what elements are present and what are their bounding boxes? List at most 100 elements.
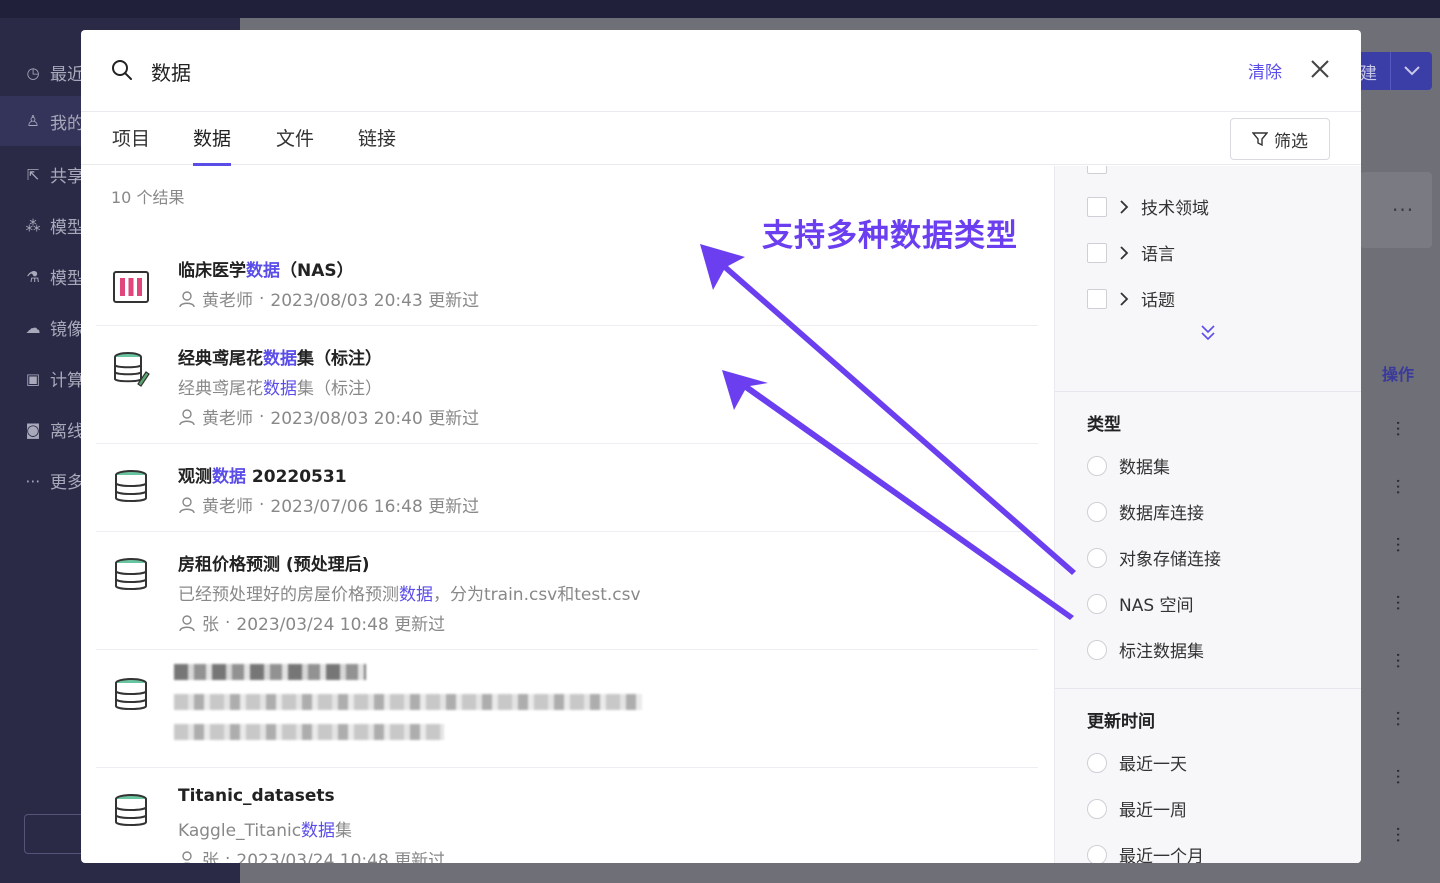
chip-icon: ◙ <box>25 420 41 439</box>
tab-data[interactable]: 数据 <box>193 124 232 166</box>
result-meta: 张 · 2023/03/24 10:48 更新过 <box>178 610 445 635</box>
user-icon <box>179 496 195 513</box>
row-menu-icon[interactable]: ··· <box>1387 768 1408 785</box>
user-icon <box>182 850 192 863</box>
tab-files[interactable]: 文件 <box>276 124 314 163</box>
sidebar-item-more[interactable]: ⋯ 更多 <box>24 468 85 494</box>
clear-button[interactable]: 清除 <box>1248 58 1282 83</box>
filter-type-nas[interactable]: NAS 空间 <box>1087 591 1194 616</box>
blurred-description <box>174 694 642 710</box>
filter-type-database[interactable]: 数据库连接 <box>1087 499 1204 524</box>
share-icon: ⇱ <box>26 165 40 184</box>
filter-time-month[interactable]: 最近一个月 <box>1087 842 1204 863</box>
checkbox[interactable] <box>1087 242 1107 263</box>
result-count: 10 个结果 <box>111 188 185 207</box>
more-icon: ⋯ <box>25 471 41 490</box>
tab-links[interactable]: 链接 <box>358 124 396 163</box>
chevron-right-icon <box>1120 199 1129 214</box>
dataset-icon <box>115 794 147 826</box>
row-menu-icon[interactable]: ··· <box>1387 710 1408 727</box>
flask-icon: ⚗ <box>26 267 40 286</box>
sidebar-item-compute[interactable]: ▣ 计算 <box>24 366 84 392</box>
column-header-actions: 操作 <box>1382 365 1415 384</box>
result-meta: 黄老师 · 2023/08/03 20:43 更新过 <box>178 286 479 311</box>
result-title: 观测数据 20220531 <box>178 467 347 487</box>
row-menu-icon[interactable]: ··· <box>1387 826 1408 843</box>
radio[interactable] <box>1087 844 1107 863</box>
result-description: Kaggle_Titanic数据集 <box>178 821 353 841</box>
radio[interactable] <box>1087 501 1107 522</box>
result-description: 经典鸢尾花数据集（标注） <box>178 379 382 399</box>
dataset-icon <box>115 678 147 710</box>
row-menu-icon[interactable]: ··· <box>1387 420 1408 437</box>
list-item[interactable]: 房租价格预测 (预处理后) 已经预处理好的房屋价格预测数据，分为train.cs… <box>96 532 1038 650</box>
filter-icon <box>1252 132 1268 147</box>
result-meta: 张 · 2023/03/24 10:48 更新过 <box>178 846 445 863</box>
result-title: 房租价格预测 (预处理后) <box>178 555 370 575</box>
row-menu-icon[interactable]: ··· <box>1387 594 1408 611</box>
filter-section-time: 更新时间 <box>1087 712 1155 732</box>
dataset-icon <box>115 470 147 502</box>
card-menu-icon[interactable]: ··· <box>1392 198 1414 222</box>
filter-type-dataset[interactable]: 数据集 <box>1087 453 1170 478</box>
radio[interactable] <box>1087 547 1107 568</box>
user-icon: ♙ <box>26 112 40 130</box>
search-input[interactable] <box>151 54 1051 88</box>
result-meta: 黄老师 · 2023/08/03 20:40 更新过 <box>178 404 479 429</box>
image-icon: ☁ <box>25 318 41 337</box>
dataset-icon <box>115 558 147 590</box>
sidebar-item-images[interactable]: ☁ 镜像 <box>24 315 85 341</box>
sidebar-item-offline[interactable]: ◙ 离线 <box>24 417 84 443</box>
chevron-right-icon <box>1120 245 1129 260</box>
radio[interactable] <box>1087 593 1107 614</box>
radio[interactable] <box>1087 455 1107 476</box>
filter-button[interactable]: 筛选 <box>1230 118 1330 160</box>
sidebar-item-model-lab[interactable]: ⚗ 模型 <box>24 264 84 290</box>
tab-projects[interactable]: 项目 <box>112 124 150 163</box>
filter-time-day[interactable]: 最近一天 <box>1087 750 1187 775</box>
list-item[interactable]: 经典鸢尾花数据集（标注） 经典鸢尾花数据集（标注） 黄老师 · 2023/08/03… <box>96 326 1038 444</box>
search-icon <box>112 60 132 80</box>
double-chevron-down-icon[interactable] <box>1200 324 1216 342</box>
top-bar <box>0 0 1440 18</box>
compute-icon: ▣ <box>25 369 41 388</box>
blurred-title <box>174 664 366 680</box>
row-menu-icon[interactable]: ··· <box>1387 478 1408 495</box>
filter-time-week[interactable]: 最近一周 <box>1087 796 1187 821</box>
radio[interactable] <box>1087 639 1107 660</box>
user-icon <box>179 290 195 307</box>
list-item[interactable]: 观测数据 20220531 黄老师 · 2023/07/06 16:48 更新过 <box>96 444 1038 532</box>
list-item[interactable]: Titanic_datasets Kaggle_Titanic数据集 张 · 202… <box>96 768 1038 863</box>
model-icon: ⁂ <box>25 216 41 235</box>
result-tabs: 项目 数据 文件 链接 筛选 <box>81 112 1361 166</box>
checkbox[interactable] <box>1087 288 1107 309</box>
sidebar-item-recent[interactable]: ◷ 最近 <box>24 60 84 86</box>
result-description: 已经预处理好的房屋价格预测数据，分为train.csv和test.csv <box>178 585 641 605</box>
nas-icon <box>113 271 149 303</box>
tag-checkbox[interactable] <box>1087 166 1107 174</box>
row-menu-icon[interactable]: ··· <box>1387 652 1408 669</box>
filter-tag-language[interactable]: 语言 <box>1087 240 1175 265</box>
labeled-dataset-icon <box>114 352 150 387</box>
filter-type-labeled-dataset[interactable]: 标注数据集 <box>1087 637 1204 662</box>
filter-type-object-storage[interactable]: 对象存储连接 <box>1087 545 1221 570</box>
result-title: Titanic_datasets <box>178 786 335 806</box>
divider <box>1055 391 1361 392</box>
sidebar-item-shared[interactable]: ⇱ 共享 <box>24 162 84 188</box>
chevron-down-icon[interactable] <box>1390 52 1432 90</box>
search-bar: 清除 <box>81 30 1361 112</box>
list-item-blurred[interactable] <box>96 650 1038 768</box>
filter-tag-topic[interactable]: 话题 <box>1087 286 1175 311</box>
sidebar-item-models[interactable]: ⁂ 模型 <box>24 213 85 239</box>
close-icon[interactable] <box>1309 58 1331 80</box>
result-meta: 黄老师 · 2023/07/06 16:48 更新过 <box>178 492 479 517</box>
row-menu-icon[interactable]: ··· <box>1387 536 1408 553</box>
divider <box>1055 688 1361 689</box>
checkbox[interactable] <box>1087 196 1107 217</box>
blurred-meta <box>174 724 444 740</box>
radio[interactable] <box>1087 798 1107 819</box>
result-title: 临床医学数据（NAS） <box>178 261 354 281</box>
result-title: 经典鸢尾花数据集（标注） <box>178 349 382 369</box>
radio[interactable] <box>1087 752 1107 773</box>
filter-tag-tech-domain[interactable]: 技术领域 <box>1087 194 1209 219</box>
